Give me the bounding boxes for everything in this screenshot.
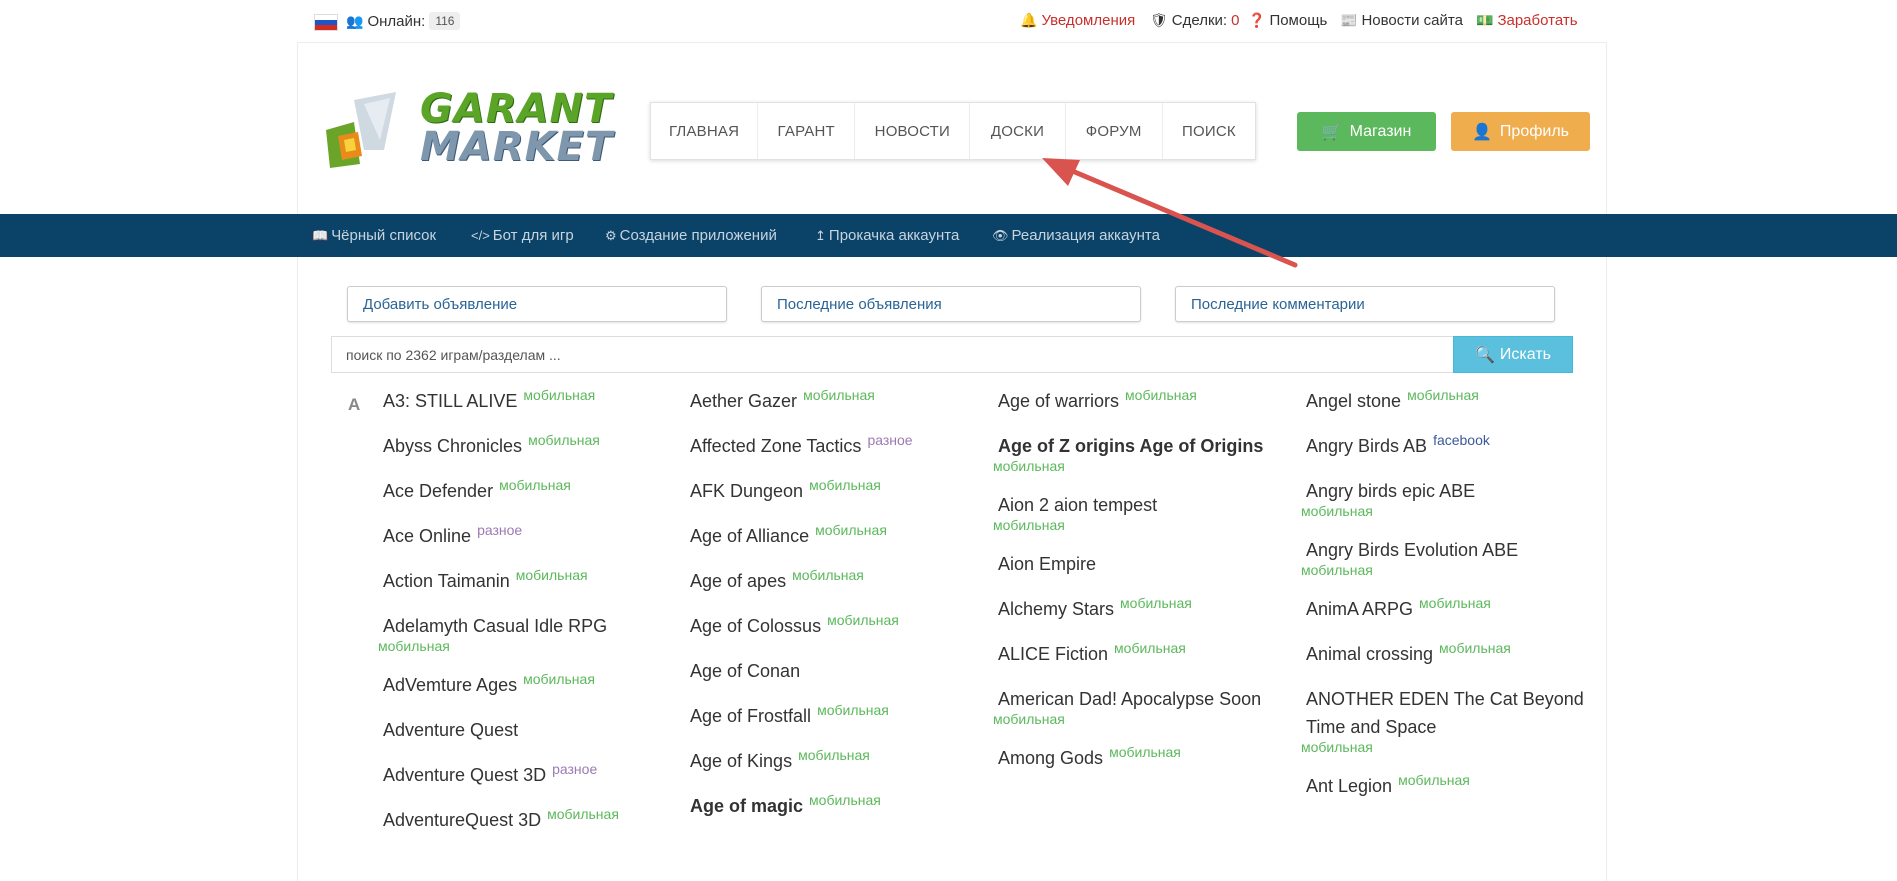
annotation-arrow-icon xyxy=(1042,158,1298,268)
